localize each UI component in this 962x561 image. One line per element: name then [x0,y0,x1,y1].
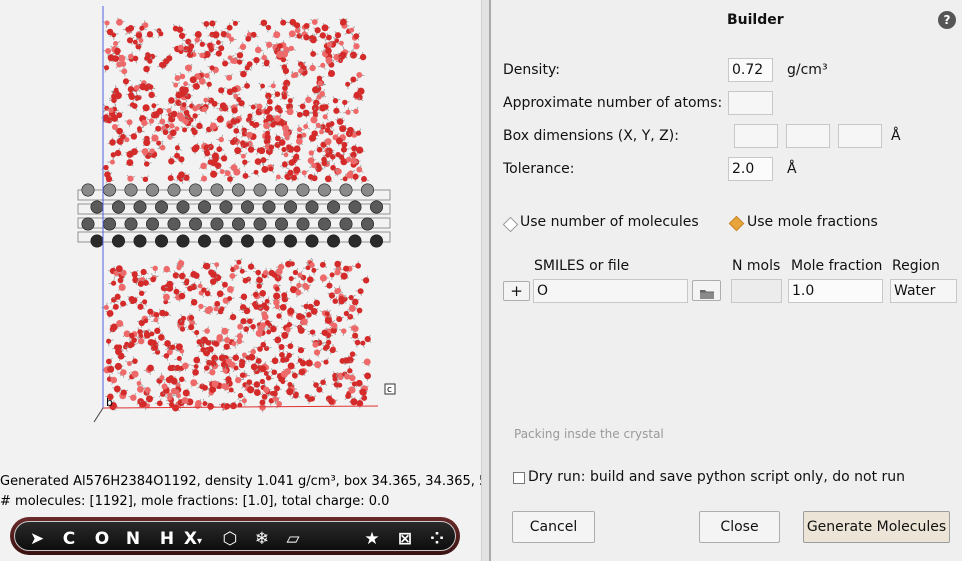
pointer-tool-icon[interactable]: ➤ [25,528,49,550]
col-fraction-header: Mole fraction [791,258,883,274]
plane-icon[interactable]: ▱ [281,528,305,550]
status-generated: Generated Al576H2384O1192, density 1.041… [0,474,481,489]
nitrogen-tool-button[interactable]: N [121,528,145,550]
hydrogen-tool-button[interactable]: H [155,528,179,550]
star-icon[interactable]: ★ [360,528,384,550]
add-row-button[interactable]: + [503,281,530,301]
nmols-field [731,279,782,303]
molecule-viewer[interactable]: b c Generated Al576H2384O1192, density 1… [0,0,481,561]
packing-note: Packing insde the crystal [514,427,664,441]
box-label: Box dimensions (X, Y, Z): [503,128,679,144]
builder-panel: Builder ? Density: 0.72 g/cm³ Approximat… [491,0,962,561]
col-smiles-header: SMILES or file [534,258,630,274]
col-region-header: Region [892,258,940,274]
carbon-tool-button[interactable]: C [57,528,81,550]
close-button[interactable]: Close [699,511,780,543]
radio-checked-icon [728,215,745,232]
box-unit: Å [891,128,901,144]
tolerance-label: Tolerance: [503,161,575,177]
tolerance-field[interactable]: 2.0 [728,157,773,181]
oxygen-tool-button[interactable]: O [90,528,114,550]
folder-icon [699,290,714,299]
status-molecules: # molecules: [1192], mole fractions: [1.… [0,494,390,509]
axis-b-label: b [106,396,113,409]
density-field[interactable]: 0.72 [728,58,773,82]
radio-fractions-label: Use mole fractions [747,214,878,230]
axis-c-label: c [387,385,392,395]
dots-icon[interactable]: ⁘ [425,528,449,550]
atoms-field[interactable] [728,91,773,115]
radio-molecules-label: Use number of molecules [520,214,699,230]
splitter[interactable] [481,0,491,561]
checkbox-icon [513,472,525,484]
dry-run-label: Dry run: build and save python script on… [528,469,906,485]
ring-icon[interactable]: ⬡ [218,528,242,550]
viewer-toolbar: ➤ C O N H X▾ ⬡ ❄ ▱ ★ ⊠ ⁘ [10,517,460,555]
element-tool-button[interactable]: X▾ [181,528,205,553]
box-y-field[interactable] [786,124,830,148]
col-nmols-header: N mols [732,258,781,274]
radio-unchecked-icon [502,216,519,233]
structure-canvas[interactable]: b c [0,0,481,470]
water-region-bottom [101,257,372,413]
browse-file-button[interactable] [692,280,721,301]
panel-title: Builder [727,12,784,28]
density-unit: g/cm³ [787,62,828,78]
cancel-button[interactable]: Cancel [512,511,595,543]
snowflake-icon[interactable]: ❄ [250,528,274,550]
fraction-field[interactable]: 1.0 [788,279,883,303]
water-region-top [101,17,369,185]
atoms-label: Approximate number of atoms: [503,95,723,111]
unit-cell-icon[interactable]: ⊠ [393,528,417,550]
smiles-field[interactable]: O [533,279,688,303]
chevron-down-icon: ▾ [197,536,203,547]
aluminum-slab [77,183,391,248]
generate-molecules-button[interactable]: Generate Molecules [803,511,950,543]
tolerance-unit: Å [787,161,797,177]
box-z-field[interactable] [838,124,882,148]
density-label: Density: [503,62,560,78]
help-icon[interactable]: ? [938,11,956,29]
box-x-field[interactable] [734,124,778,148]
region-field[interactable]: Water [890,279,957,303]
element-tool-label: X [183,529,198,549]
